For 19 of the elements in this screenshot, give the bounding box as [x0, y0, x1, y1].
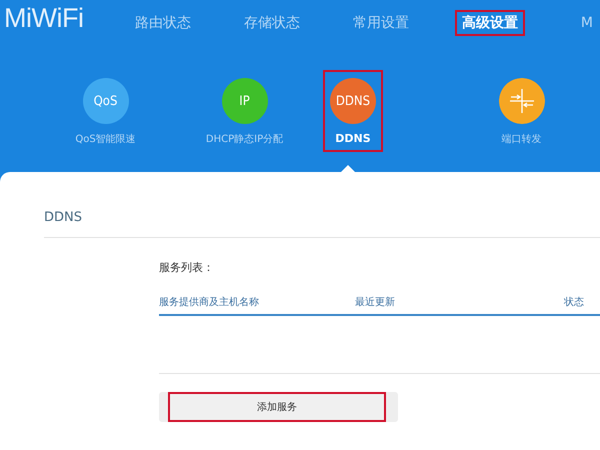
logo: MiWiFi — [4, 2, 84, 34]
feature-tile[interactable]: DDNS DDNS — [323, 70, 383, 152]
feature-tile[interactable]: QoS QoS智能限速 — [36, 70, 175, 152]
add-service-button[interactable]: 添加服务 — [168, 392, 386, 422]
list-label: 服务列表： — [159, 260, 215, 275]
column-header: 最近更新 — [355, 296, 396, 309]
feature-tile[interactable]: 端口转发 — [452, 70, 591, 152]
nav-tab[interactable]: 存储状态 — [236, 10, 307, 36]
feature-icon: DDNS — [330, 78, 376, 124]
column-header: 服务提供商及主机名称 — [159, 296, 260, 309]
nav-tab[interactable]: 高级设置 — [454, 10, 525, 36]
feature-icon: QoS — [82, 78, 128, 124]
nav-tab[interactable]: 路由状态 — [128, 10, 198, 36]
nav-tab[interactable]: 常用设置 — [346, 10, 416, 36]
section-title: DDNS — [44, 210, 600, 238]
feature-icon: IP — [222, 78, 268, 124]
column-header: 状态 — [564, 296, 584, 309]
nav-tab[interactable]: M — [574, 10, 600, 36]
feature-tile[interactable]: IP DHCP静态IP分配 — [175, 70, 314, 152]
